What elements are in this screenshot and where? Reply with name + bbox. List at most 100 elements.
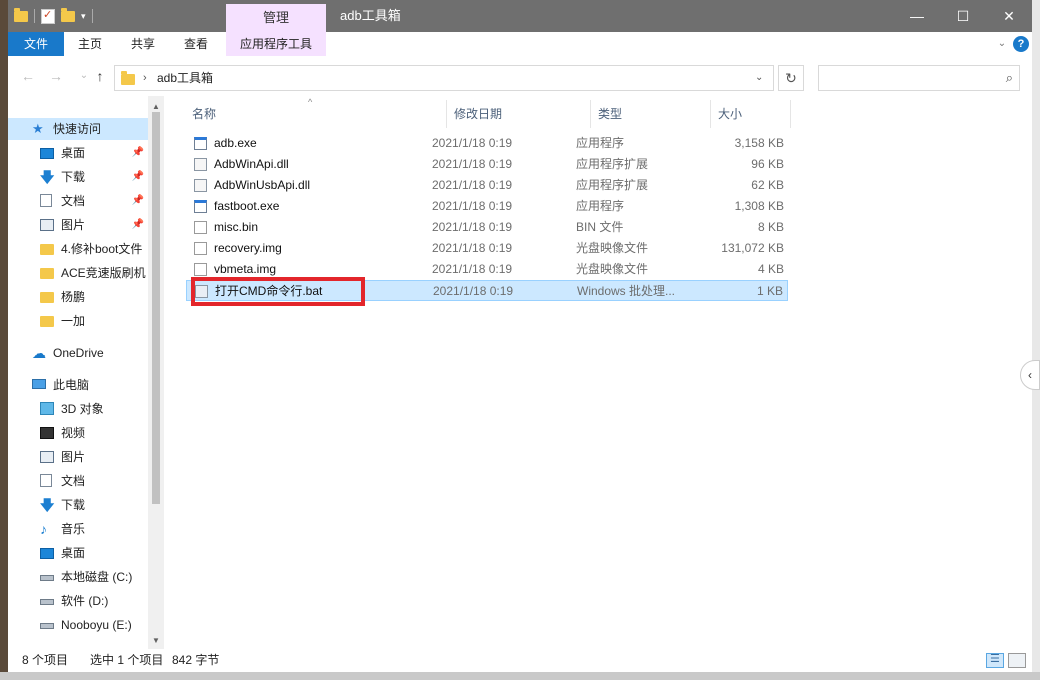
- computer-icon: [32, 379, 46, 389]
- file-date: 2021/1/18 0:19: [432, 199, 513, 213]
- column-divider[interactable]: [710, 100, 711, 128]
- file-name: fastboot.exe: [214, 199, 280, 213]
- sidebar-item[interactable]: 桌面: [8, 542, 148, 564]
- sidebar-item-label: 此电脑: [53, 378, 90, 392]
- sidebar-item[interactable]: 本地磁盘 (C:): [8, 566, 148, 588]
- sidebar-item[interactable]: 🡇 下载: [8, 494, 148, 516]
- drive-icon: [40, 623, 54, 629]
- file-explorer-window: ▾ 管理 adb工具箱 — ☐ ✕ 文件 主页 共享 查看 应用程序工具 ⌄ ?…: [8, 0, 1032, 680]
- forward-button[interactable]: →: [46, 66, 66, 86]
- file-row[interactable]: 打开CMD命令行.bat 2021/1/18 0:19 Windows 批处理...…: [186, 280, 788, 301]
- details-view-button[interactable]: [986, 652, 1004, 668]
- desktop-icon: [40, 148, 54, 159]
- breadcrumb-current-folder[interactable]: adb工具箱: [157, 66, 213, 90]
- breadcrumb-chevron-icon[interactable]: ›: [143, 66, 147, 90]
- scrollbar-thumb[interactable]: [152, 112, 160, 504]
- scroll-up-icon[interactable]: ▲: [148, 100, 164, 114]
- file-row[interactable]: AdbWinApi.dll 2021/1/18 0:19 应用程序扩展 96 KB: [186, 154, 788, 175]
- column-divider[interactable]: [446, 100, 447, 128]
- selected-size: 842 字节: [172, 653, 220, 667]
- expand-ribbon-icon[interactable]: ⌄: [994, 34, 1010, 54]
- file-list: ^ 名称 修改日期 类型 大小 adb.exe 2021/1/18 0:19 应用程…: [164, 96, 1032, 649]
- manage-context-tab[interactable]: 管理: [226, 4, 326, 32]
- sidebar-item[interactable]: ♪ 音乐: [8, 518, 148, 540]
- disc-image-icon: [194, 242, 207, 255]
- download-icon: 🡇: [40, 169, 55, 185]
- file-row[interactable]: misc.bin 2021/1/18 0:19 BIN 文件 8 KB: [186, 217, 788, 238]
- maximize-button[interactable]: ☐: [940, 0, 986, 32]
- file-name: recovery.img: [214, 241, 282, 255]
- column-divider[interactable]: [590, 100, 591, 128]
- file-size: 3,158 KB: [734, 136, 784, 150]
- file-size: 8 KB: [757, 220, 784, 234]
- sidebar-item[interactable]: 3D 对象: [8, 398, 148, 420]
- back-button[interactable]: ←: [18, 66, 38, 86]
- dll-file-icon: [194, 158, 207, 171]
- column-header-name[interactable]: 名称: [192, 96, 216, 132]
- sidebar-item[interactable]: 文档 📌: [8, 190, 148, 212]
- sidebar-item[interactable]: ☁ OneDrive: [8, 342, 148, 364]
- close-button[interactable]: ✕: [986, 0, 1032, 32]
- large-icons-view-button[interactable]: [1008, 653, 1026, 668]
- sidebar-item[interactable]: Nooboyu (E:): [8, 614, 148, 636]
- file-size: 131,072 KB: [721, 241, 784, 255]
- ribbon: 文件 主页 共享 查看 应用程序工具 ⌄ ?: [8, 32, 1032, 57]
- separator: [91, 9, 93, 23]
- refresh-button[interactable]: ↻: [778, 65, 804, 91]
- sidebar-item[interactable]: 视频: [8, 422, 148, 444]
- scroll-down-icon[interactable]: ▼: [148, 634, 164, 648]
- file-size: 96 KB: [751, 157, 784, 171]
- properties-icon[interactable]: [41, 8, 55, 24]
- sidebar-item[interactable]: 图片: [8, 446, 148, 468]
- file-date: 2021/1/18 0:19: [432, 178, 513, 192]
- file-row[interactable]: adb.exe 2021/1/18 0:19 应用程序 3,158 KB: [186, 133, 788, 154]
- sidebar-item[interactable]: 图片 📌: [8, 214, 148, 236]
- pin-icon: 📌: [131, 171, 144, 182]
- file-date: 2021/1/18 0:19: [433, 284, 514, 298]
- search-icon: ⌕: [1005, 70, 1013, 85]
- sidebar-item[interactable]: ★ 快速访问: [8, 118, 148, 140]
- new-folder-icon[interactable]: [61, 7, 75, 22]
- tab-file[interactable]: 文件: [8, 32, 64, 56]
- desktop-icon: [40, 548, 54, 559]
- column-header-size[interactable]: 大小: [718, 96, 742, 132]
- folder-icon: [40, 292, 54, 303]
- column-header-type[interactable]: 类型: [598, 96, 622, 132]
- sidebar-item-label: 本地磁盘 (C:): [61, 570, 133, 584]
- search-input[interactable]: ⌕: [818, 65, 1020, 91]
- column-divider[interactable]: [790, 100, 791, 128]
- file-row[interactable]: fastboot.exe 2021/1/18 0:19 应用程序 1,308 KB: [186, 196, 788, 217]
- sidebar-item[interactable]: 杨鹏: [8, 286, 148, 308]
- address-dropdown-icon[interactable]: ⌄: [755, 66, 763, 90]
- sidebar-item-label: 桌面: [61, 146, 86, 160]
- minimize-button[interactable]: —: [894, 0, 940, 32]
- up-button[interactable]: ↑: [90, 66, 110, 86]
- column-header-date[interactable]: 修改日期: [454, 96, 502, 132]
- file-name: adb.exe: [214, 136, 257, 150]
- file-row[interactable]: AdbWinUsbApi.dll 2021/1/18 0:19 应用程序扩展 62 K…: [186, 175, 788, 196]
- tab-application-tools[interactable]: 应用程序工具: [226, 32, 326, 56]
- customize-toolbar-icon[interactable]: ▾: [81, 11, 86, 22]
- file-type: BIN 文件: [576, 220, 624, 234]
- application-icon: [194, 200, 207, 213]
- sidebar-item[interactable]: 4.修补boot文件: [8, 238, 148, 260]
- tab-view[interactable]: 查看: [184, 32, 208, 56]
- address-bar[interactable]: › adb工具箱 ⌄: [114, 65, 774, 91]
- sidebar-item[interactable]: 此电脑: [8, 374, 148, 396]
- tab-share[interactable]: 共享: [131, 32, 155, 56]
- file-name: 打开CMD命令行.bat: [215, 284, 323, 298]
- file-type: 应用程序扩展: [576, 178, 649, 192]
- file-row[interactable]: recovery.img 2021/1/18 0:19 光盘映像文件 131,072 …: [186, 238, 788, 259]
- sidebar-item[interactable]: 一加: [8, 310, 148, 332]
- sidebar-item[interactable]: 桌面 📌: [8, 142, 148, 164]
- sidebar-item[interactable]: 🡇 下载 📌: [8, 166, 148, 188]
- sidebar-item-label: 4.修补boot文件: [61, 242, 143, 256]
- sidebar-item[interactable]: 文档: [8, 470, 148, 492]
- title-bar: ▾ 管理 adb工具箱 — ☐ ✕: [8, 0, 1032, 32]
- file-size: 1,308 KB: [734, 199, 784, 213]
- help-icon[interactable]: ?: [1013, 36, 1029, 52]
- tab-home[interactable]: 主页: [78, 32, 102, 56]
- sidebar-item[interactable]: ACE竞速版刷机: [8, 262, 148, 284]
- sidebar-item[interactable]: 软件 (D:): [8, 590, 148, 612]
- file-row[interactable]: vbmeta.img 2021/1/18 0:19 光盘映像文件 4 KB: [186, 259, 788, 280]
